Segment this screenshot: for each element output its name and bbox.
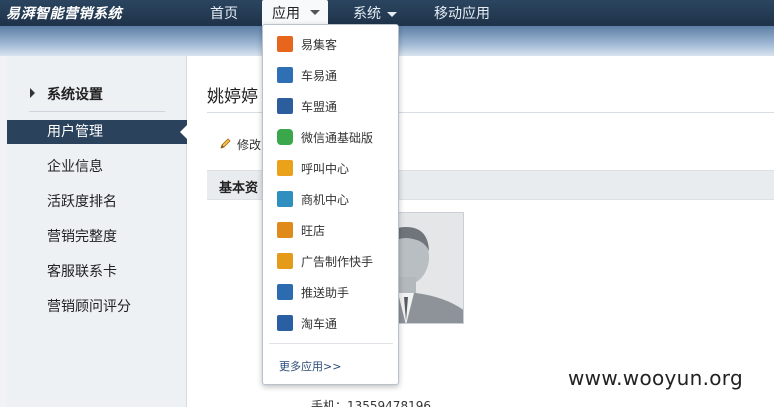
menu-item-label: 车盟通	[301, 100, 338, 114]
menu-item-yijike[interactable]: 易集客	[263, 31, 398, 57]
sidebar-item-user-management[interactable]: 用户管理	[7, 120, 187, 144]
sidebar-item-company-info[interactable]: 企业信息	[7, 155, 187, 179]
menu-item-label: 旺店	[301, 224, 326, 238]
nav-home[interactable]: 首页	[210, 3, 238, 23]
nav-apps-label: 应用	[272, 6, 300, 22]
sidebar-item-activity-ranking[interactable]: 活跃度排名	[7, 190, 187, 214]
menu-item-label: 呼叫中心	[301, 162, 350, 176]
top-navbar: 易湃智能营销系统 首页 应用 系统 移动应用	[0, 0, 774, 26]
menu-item-ad-maker[interactable]: 广告制作快手	[263, 248, 398, 274]
menu-item-call-center[interactable]: 呼叫中心	[263, 155, 398, 181]
divider	[29, 111, 165, 112]
page-title: 姚婷婷	[207, 87, 258, 107]
menu-item-label: 商机中心	[301, 193, 350, 207]
apps-dropdown-menu: 易集客 车易通 车盟通 微信通基础版 呼叫中心 商机中心 旺店 广告制作快手 推…	[262, 24, 399, 385]
menu-item-label: 淘车通	[301, 317, 338, 331]
edit-link[interactable]: 修改	[237, 136, 261, 153]
menu-item-opportunity-center[interactable]: 商机中心	[263, 186, 398, 212]
push-icon	[277, 284, 293, 300]
menu-item-label: 易集客	[301, 38, 338, 52]
sidebar-item-service-card[interactable]: 客服联系卡	[7, 260, 187, 284]
sidebar-item-marketing-completeness[interactable]: 营销完整度	[7, 225, 187, 249]
sidebar-section-header[interactable]: 系统设置	[7, 78, 187, 112]
nav-system-label: 系统	[353, 6, 381, 22]
pencil-icon[interactable]	[219, 137, 232, 150]
menu-item-chemengtong[interactable]: 车盟通	[263, 93, 398, 119]
chevron-down-icon	[387, 11, 397, 17]
menu-item-label: 推送助手	[301, 286, 350, 300]
taochetong-icon	[277, 315, 293, 331]
chemengtong-icon	[277, 98, 293, 114]
menu-item-store[interactable]: 旺店	[263, 217, 398, 243]
nav-system[interactable]: 系统	[353, 3, 397, 23]
more-apps-link[interactable]: 更多应用>>	[279, 358, 341, 374]
phone-number: 手机：13559478196	[311, 399, 431, 407]
caret-right-icon	[30, 88, 35, 98]
menu-item-cheyitong[interactable]: 车易通	[263, 62, 398, 88]
sidebar: 系统设置 用户管理 企业信息 活跃度排名 营销完整度 客服联系卡 营销顾问评分	[7, 56, 187, 407]
cheyitong-icon	[277, 67, 293, 83]
menu-item-wechat-basic[interactable]: 微信通基础版	[263, 124, 398, 150]
menu-item-label: 车易通	[301, 69, 338, 83]
nav-mobile-apps[interactable]: 移动应用	[434, 3, 490, 23]
yijike-icon	[277, 36, 293, 52]
section-title: 基本资	[219, 181, 259, 196]
menu-item-taochetong[interactable]: 淘车通	[263, 310, 398, 336]
menu-item-label: 广告制作快手	[301, 255, 374, 269]
ad-maker-icon	[277, 253, 293, 269]
chevron-down-icon	[310, 10, 320, 15]
menu-item-label: 微信通基础版	[301, 131, 374, 145]
menu-item-push-assistant[interactable]: 推送助手	[263, 279, 398, 305]
divider	[269, 343, 393, 344]
wechat-icon	[277, 129, 293, 145]
call-center-icon	[277, 160, 293, 176]
opportunity-icon	[277, 191, 293, 207]
sidebar-item-advisor-rating[interactable]: 营销顾问评分	[7, 295, 187, 319]
watermark: www.wooyun.org	[568, 366, 743, 390]
brand-logo[interactable]: 易湃智能营销系统	[6, 3, 122, 23]
nav-apps[interactable]: 应用	[262, 0, 328, 26]
store-icon	[277, 222, 293, 238]
sidebar-section-title: 系统设置	[47, 87, 103, 103]
